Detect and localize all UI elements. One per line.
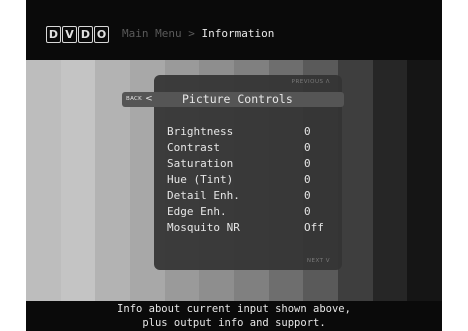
panel-title-bar: BACK < Picture Controls [122,92,344,107]
panel-title: Picture Controls [182,92,293,106]
setting-row[interactable]: Brightness 0 [167,124,327,140]
breadcrumb-current: Information [201,27,275,40]
setting-row[interactable]: Mosquito NR Off [167,220,327,236]
help-text-line-1: Info about current input shown above, [117,303,351,315]
back-arrow-icon: < [145,94,153,104]
setting-label: Hue (Tint) [167,173,234,186]
setting-row[interactable]: Edge Enh. 0 [167,204,327,220]
settings-list: Brightness 0 Contrast 0 Saturation 0 Hue (Tint… [167,124,327,236]
screenshot-frame: D V D O Main Menu > Information PREVIOUS… [0,0,468,331]
help-footer: Info about current input shown above, pl… [26,301,442,331]
setting-value: 0 [304,189,311,202]
setting-value: 0 [304,205,311,218]
test-pattern-bar [372,60,408,301]
tv-screen: D V D O Main Menu > Information PREVIOUS… [26,0,442,331]
logo-letter: V [62,26,77,43]
previous-label: PREVIOUS [291,79,324,85]
setting-label: Detail Enh. [167,189,240,202]
setting-label: Mosquito NR [167,221,240,234]
logo-letter: O [94,26,109,43]
setting-label: Brightness [167,125,234,138]
test-pattern-bar [407,60,442,301]
back-label: BACK [126,96,143,102]
logo-letter: D [46,26,61,43]
down-arrow-icon: V [325,258,330,264]
setting-row[interactable]: Saturation 0 [167,156,327,172]
picture-controls-panel: PREVIOUS Λ BACK < Picture Controls Bright… [122,75,344,270]
help-text-line-2: plus output info and support. [142,317,326,329]
breadcrumb: Main Menu > Information [122,26,274,41]
setting-value: Off [304,221,324,234]
setting-label: Edge Enh. [167,205,227,218]
test-pattern-bar [26,60,61,301]
breadcrumb-separator: > [188,27,195,40]
setting-value: 0 [304,125,311,138]
test-pattern-bar [60,60,96,301]
breadcrumb-main-menu[interactable]: Main Menu [122,27,182,40]
setting-label: Contrast [167,141,220,154]
setting-row[interactable]: Detail Enh. 0 [167,188,327,204]
setting-value: 0 [304,141,311,154]
back-button[interactable]: BACK < [126,92,153,107]
dvdo-logo: D V D O [46,26,109,43]
setting-value: 0 [304,157,311,170]
previous-button[interactable]: PREVIOUS Λ [292,79,330,85]
setting-label: Saturation [167,157,234,170]
up-arrow-icon: Λ [325,79,330,85]
next-label: NEXT [306,258,324,264]
setting-row[interactable]: Contrast 0 [167,140,327,156]
next-button[interactable]: NEXT V [307,258,330,264]
setting-row[interactable]: Hue (Tint) 0 [167,172,327,188]
setting-value: 0 [304,173,311,186]
logo-letter: D [78,26,93,43]
osd-header: D V D O Main Menu > Information [26,0,442,60]
